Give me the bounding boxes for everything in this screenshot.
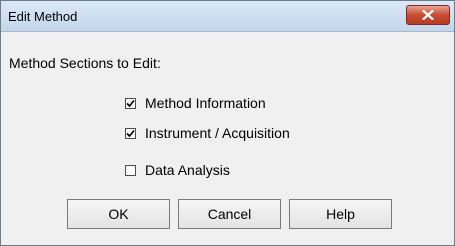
help-button[interactable]: Help — [289, 199, 392, 229]
title-bar[interactable]: Edit Method — [1, 1, 454, 32]
checkbox-label: Instrument / Acquisition — [145, 125, 290, 141]
ok-button[interactable]: OK — [67, 199, 170, 229]
checkmark-icon — [126, 99, 135, 107]
checkmark-icon — [126, 129, 135, 137]
close-icon — [422, 10, 434, 20]
section-label: Method Sections to Edit: — [9, 55, 161, 71]
checkbox-box[interactable] — [125, 127, 136, 139]
window-title: Edit Method — [8, 9, 78, 24]
checkbox-label: Method Information — [145, 95, 266, 111]
checkbox-box[interactable] — [125, 164, 136, 176]
dialog-content: Method Sections to Edit: Method Informat… — [1, 32, 454, 245]
checkbox-data-analysis[interactable]: Data Analysis — [125, 162, 230, 178]
checkbox-box[interactable] — [125, 97, 136, 109]
checkbox-instrument-acquisition[interactable]: Instrument / Acquisition — [125, 125, 290, 141]
checkbox-label: Data Analysis — [145, 162, 230, 178]
close-button[interactable] — [406, 5, 450, 25]
checkbox-method-information[interactable]: Method Information — [125, 95, 266, 111]
cancel-button[interactable]: Cancel — [178, 199, 281, 229]
edit-method-dialog: Edit Method Method Sections to Edit: Met… — [0, 0, 455, 246]
